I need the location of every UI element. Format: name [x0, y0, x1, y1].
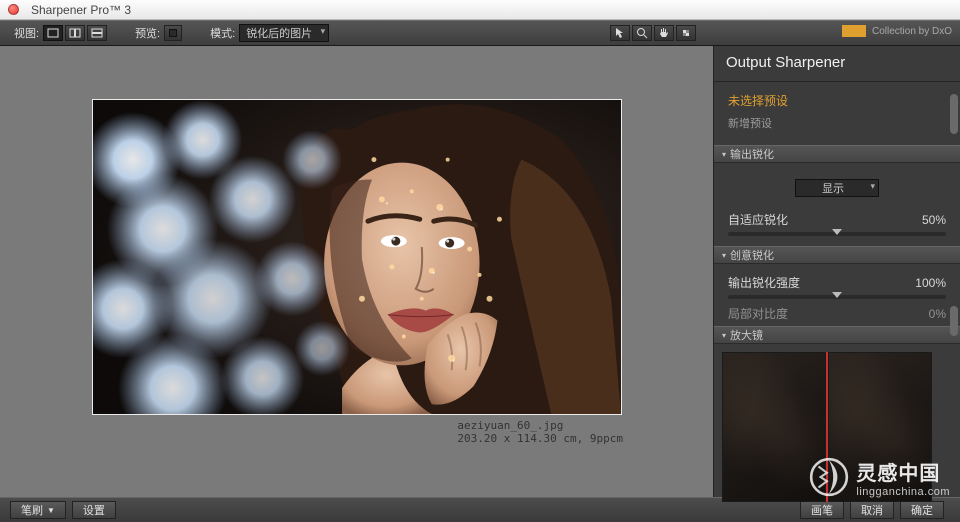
- adaptive-sharpen-label: 自适应锐化: [728, 211, 788, 228]
- section-label: 输出锐化: [730, 146, 774, 162]
- window-titlebar: Sharpener Pro™ 3: [0, 0, 960, 20]
- brush-menu-button[interactable]: 笔刷 ▼: [10, 501, 66, 519]
- select-tool-icon[interactable]: [610, 25, 630, 41]
- magnifier-before: [722, 352, 826, 502]
- display-dropdown[interactable]: 显示: [795, 179, 879, 197]
- local-contrast-label: 局部对比度: [728, 305, 788, 322]
- adaptive-sharpen-value: 50%: [922, 213, 946, 227]
- scrollbar-thumb[interactable]: [950, 94, 958, 134]
- view-mode-group: [43, 25, 107, 41]
- magnifier-after: [828, 352, 932, 502]
- preset-add-button[interactable]: 新增预设: [728, 115, 946, 131]
- strength-slider[interactable]: [728, 295, 946, 299]
- scrollbar-thumb[interactable]: [950, 306, 958, 336]
- section-magnifier[interactable]: ▾ 放大镜: [714, 326, 960, 344]
- local-contrast-value: 0%: [929, 307, 946, 321]
- background-tool-icon[interactable]: [676, 25, 696, 41]
- strength-label: 输出锐化强度: [728, 274, 800, 291]
- magnifier-preview[interactable]: [714, 344, 960, 510]
- main-toolbar: 视图: 预览: 模式: 锐化后的图片 Collection by DxO: [0, 20, 960, 46]
- settings-button[interactable]: 设置: [72, 501, 116, 519]
- display-label: 显示: [822, 180, 844, 196]
- canvas-area: aeziyuan_60_.jpg 203.20 x 114.30 cm, 9pp…: [0, 46, 714, 497]
- collapse-icon: ▾: [722, 150, 726, 159]
- view-split-horizontal-icon[interactable]: [87, 25, 107, 41]
- brand-text: Collection by DxO: [872, 26, 952, 37]
- preview-image[interactable]: [92, 99, 622, 415]
- file-name: aeziyuan_60_.jpg: [457, 419, 623, 432]
- panel-title: Output Sharpener: [714, 46, 960, 81]
- collapse-icon: ▾: [722, 331, 726, 340]
- strength-value: 100%: [915, 276, 946, 290]
- brand-badge: Collection by DxO: [842, 25, 952, 37]
- mode-dropdown[interactable]: 锐化后的图片: [239, 24, 329, 42]
- section-creative-sharpen[interactable]: ▾ 创意锐化: [714, 246, 960, 264]
- mode-value: 锐化后的图片: [246, 25, 312, 41]
- nik-logo-icon: [842, 25, 866, 37]
- adaptive-sharpen-slider[interactable]: [728, 232, 946, 236]
- brush-label: 笔刷: [21, 502, 43, 518]
- zoom-tool-icon[interactable]: [632, 25, 652, 41]
- preset-selected[interactable]: 未选择预设: [728, 92, 946, 109]
- file-info: aeziyuan_60_.jpg 203.20 x 114.30 cm, 9pp…: [457, 419, 623, 445]
- window-title: Sharpener Pro™ 3: [31, 3, 131, 17]
- settings-label: 设置: [83, 502, 105, 518]
- view-split-vertical-icon[interactable]: [65, 25, 85, 41]
- preview-label: 预览:: [135, 25, 160, 41]
- preview-toggle-button[interactable]: [164, 25, 182, 41]
- mode-label: 模式:: [210, 25, 235, 41]
- file-dimensions: 203.20 x 114.30 cm, 9ppcm: [457, 432, 623, 445]
- section-output-sharpen[interactable]: ▾ 输出锐化: [714, 145, 960, 163]
- chevron-down-icon: ▼: [47, 506, 55, 515]
- main-area: aeziyuan_60_.jpg 203.20 x 114.30 cm, 9pp…: [0, 46, 960, 497]
- collapse-icon: ▾: [722, 251, 726, 260]
- view-label: 视图:: [14, 25, 39, 41]
- view-single-icon[interactable]: [43, 25, 63, 41]
- side-panel: Output Sharpener 未选择预设 新增预设 ▾ 输出锐化 显示 自适…: [714, 46, 960, 497]
- section-label: 创意锐化: [730, 247, 774, 263]
- hand-tool-icon[interactable]: [654, 25, 674, 41]
- close-window-button[interactable]: [8, 4, 19, 15]
- section-label: 放大镜: [730, 327, 763, 343]
